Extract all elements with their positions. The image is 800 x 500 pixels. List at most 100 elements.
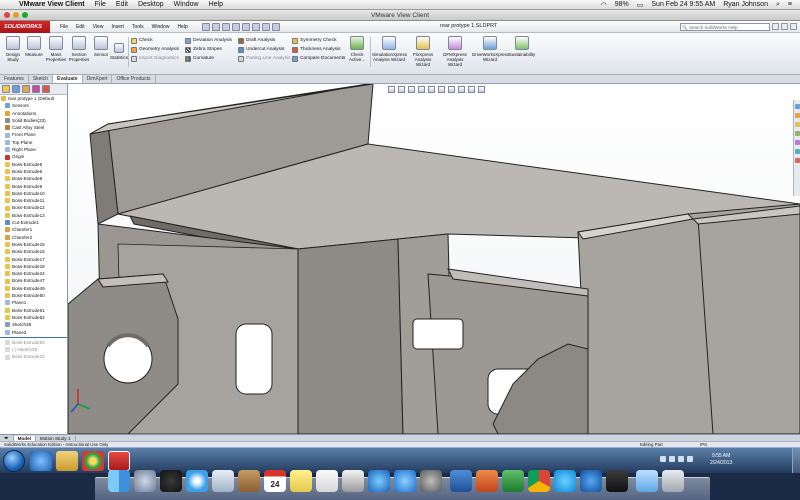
tree-item[interactable]: Boss-Extrude47 (0, 277, 67, 284)
thickness-analysis-button[interactable]: Thickness Analysis (292, 45, 345, 54)
tree-item[interactable]: Boss-Extrude49 (0, 285, 67, 292)
display-style-icon[interactable] (438, 86, 445, 93)
tree-item[interactable]: Sensors (0, 102, 67, 109)
tree-item[interactable]: Boss-Extrude13 (0, 212, 67, 219)
configuration-manager-icon[interactable] (22, 85, 30, 93)
tray-network-icon[interactable] (678, 456, 684, 462)
sw-menu-window[interactable]: Window (148, 24, 174, 30)
tab-sketch[interactable]: Sketch (29, 75, 54, 83)
mass-properties-button[interactable]: Mass Properties (45, 36, 67, 62)
new-icon[interactable] (201, 22, 210, 31)
tree-item[interactable]: Solid Bodies(23) (0, 117, 67, 124)
dimxpert-manager-icon[interactable] (32, 85, 40, 93)
zebra-stripes-button[interactable]: Zebra Stripes (185, 45, 232, 54)
tree-item[interactable]: Plane3 (0, 329, 67, 336)
tree-item[interactable]: Front Plane (0, 131, 67, 138)
undo-icon[interactable] (241, 22, 250, 31)
import-diagnostics-button[interactable]: Import Diagnostics (131, 54, 179, 63)
part-model-view[interactable] (68, 84, 800, 434)
sw-menu-file[interactable]: File (56, 24, 72, 30)
view-settings-icon[interactable] (478, 86, 485, 93)
tree-item[interactable]: Boss-Extrude52 (0, 314, 67, 321)
tray-volume-icon[interactable] (687, 456, 693, 462)
notes-icon[interactable] (290, 470, 312, 492)
section-properties-button[interactable]: Section Properties (68, 36, 90, 62)
preferences-icon[interactable] (420, 470, 442, 492)
tree-item[interactable]: Boss-Extrude11 (0, 197, 67, 204)
property-manager-icon[interactable] (12, 85, 20, 93)
sw-restore-button[interactable] (781, 23, 788, 30)
tree-item[interactable]: Boss-Extrude24 (0, 270, 67, 277)
tray-arrow-icon[interactable] (660, 456, 666, 462)
tree-item[interactable]: Cast Alloy Steel (0, 124, 67, 131)
parting-line-analysis-button[interactable]: Parting Line Analysis (238, 54, 291, 63)
tree-item[interactable]: Plane1 (0, 299, 67, 306)
tab-features[interactable]: Features (0, 75, 29, 83)
mac-menu-window[interactable]: Window (169, 1, 204, 8)
solidworks-taskbar-icon[interactable] (108, 451, 130, 471)
word-icon[interactable] (450, 470, 472, 492)
teamviewer-icon[interactable] (580, 470, 602, 492)
draft-analysis-button[interactable]: Draft Analysis (238, 36, 291, 45)
excel-icon[interactable] (502, 470, 524, 492)
tab-evaluate[interactable]: Evaluate (53, 75, 83, 83)
internet-explorer-icon[interactable] (30, 451, 52, 471)
mac-menu-desktop[interactable]: Desktop (133, 1, 169, 8)
sw-menu-edit[interactable]: Edit (72, 24, 89, 30)
window-zoom-button[interactable] (22, 12, 28, 18)
windows-start-button[interactable] (3, 450, 25, 472)
sw-close-button[interactable] (790, 23, 797, 30)
file-explorer-icon[interactable] (795, 122, 800, 127)
tree-item[interactable]: Boss-Extrude10 (0, 190, 67, 197)
tree-item[interactable]: Boss-Extrude8 (0, 175, 67, 182)
open-icon[interactable] (211, 22, 220, 31)
launchpad-icon[interactable] (134, 470, 156, 492)
sw-menu-view[interactable]: View (89, 24, 108, 30)
tree-item[interactable]: Chamfer2 (0, 234, 67, 241)
menubar-user[interactable]: Ryan Johnson (719, 1, 772, 8)
reminders-icon[interactable] (316, 470, 338, 492)
mail-icon[interactable] (212, 470, 234, 492)
dashboard-icon[interactable] (160, 470, 182, 492)
symmetry-check-button[interactable]: Symmetry Check (292, 36, 345, 45)
undercut-analysis-button[interactable]: Undercut Analysis (238, 45, 291, 54)
show-desktop-button[interactable] (792, 448, 800, 474)
view-orientation-icon[interactable] (428, 86, 435, 93)
tree-item[interactable]: Right Plane (0, 146, 67, 153)
design-study-button[interactable]: Design Study (2, 36, 24, 62)
vmware-icon[interactable] (606, 470, 628, 492)
battery-percent[interactable]: 98% (611, 1, 633, 8)
rebuild-icon[interactable] (261, 22, 270, 31)
sw-minimize-button[interactable] (772, 23, 779, 30)
tab-office-products[interactable]: Office Products (112, 75, 156, 83)
floxpress-button[interactable]: FloXpress Analysis Wizard (408, 36, 438, 67)
geometry-analysis-button[interactable]: Geometry Analysis (131, 45, 179, 54)
edit-appearance-icon[interactable] (458, 86, 465, 93)
feature-tree-icon[interactable] (2, 85, 10, 93)
measure-button[interactable]: Measure (23, 36, 45, 57)
custom-properties-icon[interactable] (795, 158, 800, 163)
mac-menu-help[interactable]: Help (204, 1, 228, 8)
solidworks-logo[interactable]: SOLIDWORKS (0, 20, 50, 33)
tree-item[interactable]: Boss-Extrude5 (0, 161, 67, 168)
compare-documents-button[interactable]: Compare Documents (292, 54, 345, 63)
battery-icon[interactable]: ▭ (633, 1, 648, 9)
check-button[interactable]: Check (131, 36, 179, 45)
windows-clock[interactable]: 9:55 AM 2/24/2013 (710, 453, 732, 467)
contacts-icon[interactable] (238, 470, 260, 492)
photos-icon[interactable] (342, 470, 364, 492)
deviation-analysis-button[interactable]: Deviation Analysis (185, 36, 232, 45)
sw-menu-help[interactable]: Help (173, 24, 191, 30)
tree-item-rolled-back[interactable]: (-) Sketch39 (0, 346, 67, 353)
tree-item[interactable]: rear protype 1 (Default (0, 95, 67, 102)
finder-icon[interactable] (108, 470, 130, 492)
statistics-button[interactable]: Statistics (108, 43, 130, 60)
dfmxpress-button[interactable]: DFMXpress Analysis Wizard (440, 36, 470, 67)
tray-flag-icon[interactable] (669, 456, 675, 462)
notification-center-icon[interactable]: ≡ (784, 1, 796, 8)
mac-app-menu[interactable]: VMware View Client (14, 1, 90, 8)
tree-item[interactable]: Boss-Extrude9 (0, 183, 67, 190)
folder-icon[interactable] (636, 470, 658, 492)
calendar-icon[interactable]: 24 (264, 470, 286, 492)
tree-item-rolled-back[interactable]: Boss-Extrude33 (0, 353, 67, 360)
